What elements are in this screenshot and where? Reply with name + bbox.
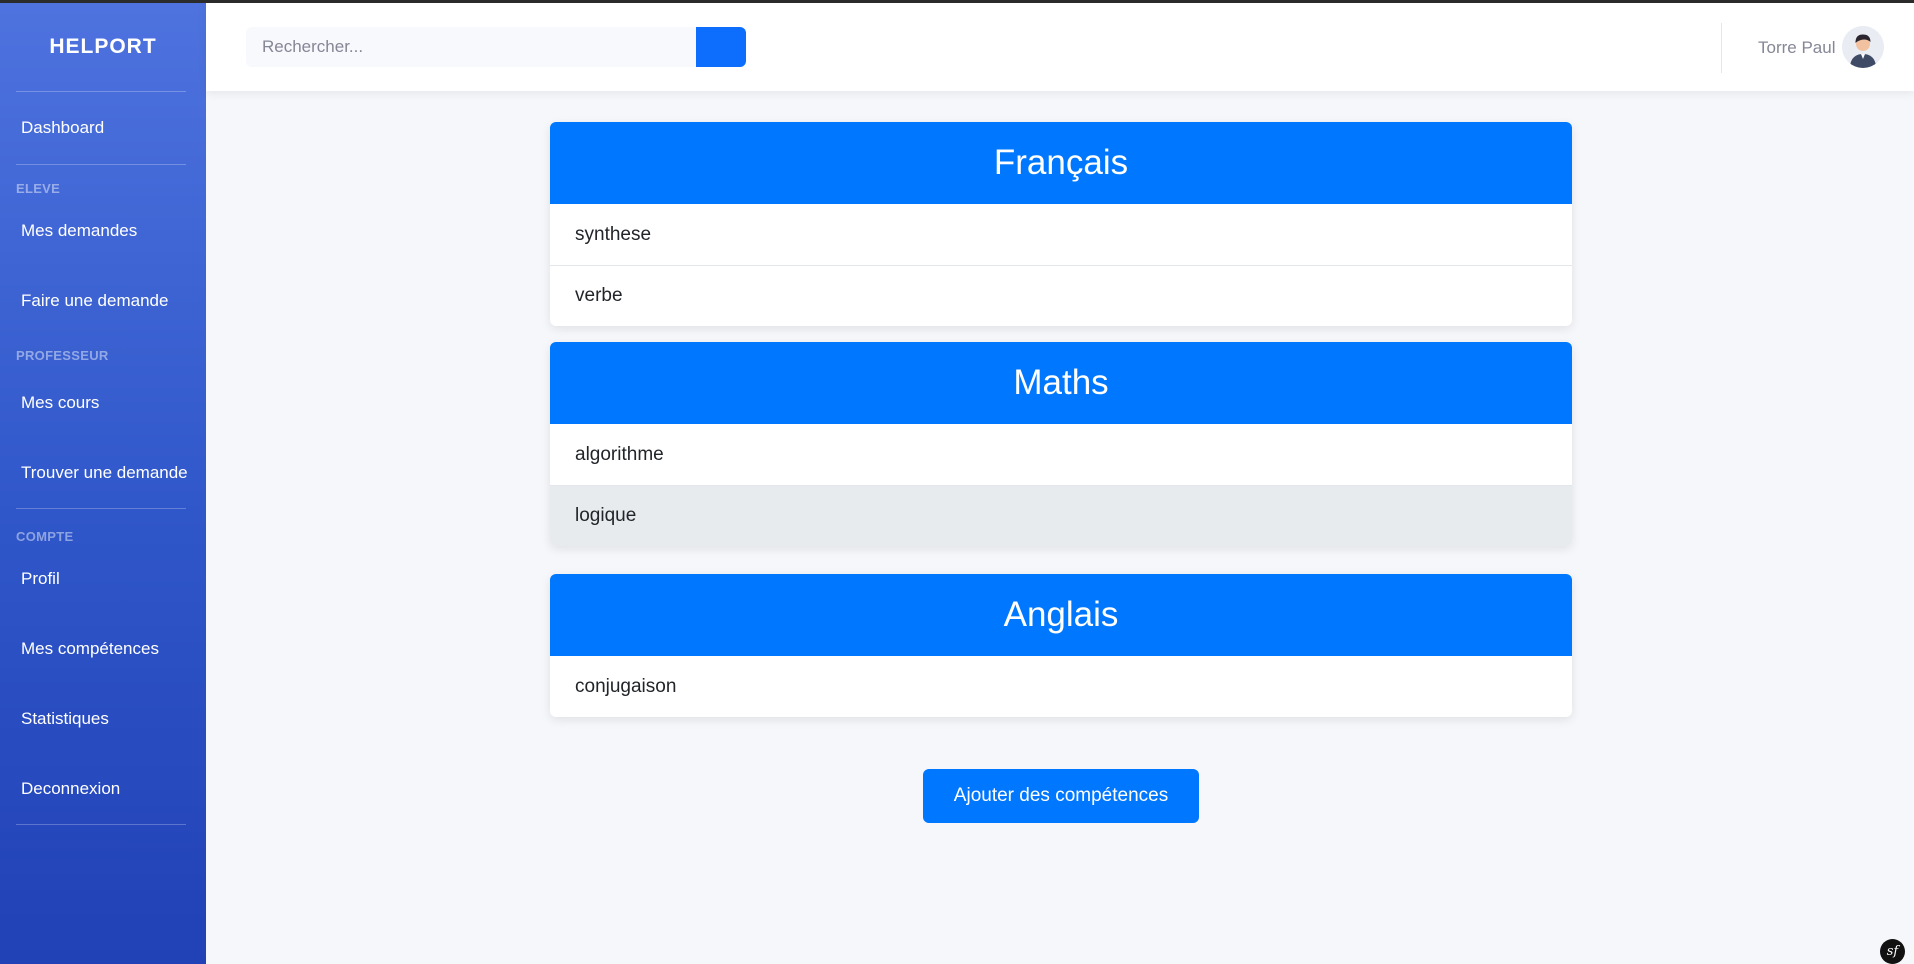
sidebar-item-deconnexion[interactable]: Deconnexion [0, 754, 206, 824]
sidebar-item-faire-une-demande[interactable]: Faire une demande [0, 266, 206, 336]
subject-title: Français [550, 122, 1572, 204]
skill-item[interactable]: algorithme [550, 424, 1572, 485]
brand-logo[interactable]: HELPORT [0, 3, 206, 91]
user-name[interactable]: Torre Paul [1758, 38, 1835, 58]
search-bar [246, 27, 746, 67]
sidebar-item-mes-competences[interactable]: Mes compétences [0, 614, 206, 684]
sidebar-heading-professeur: PROFESSEUR [16, 348, 109, 363]
sidebar-item-mes-demandes[interactable]: Mes demandes [0, 196, 206, 266]
skill-item[interactable]: logique [550, 485, 1572, 546]
sidebar-item-trouver-une-demande[interactable]: Trouver une demande [0, 438, 206, 508]
skill-item[interactable]: verbe [550, 265, 1572, 326]
skill-item[interactable]: conjugaison [550, 656, 1572, 717]
subject-title: Maths [550, 342, 1572, 424]
sidebar-heading-eleve: ELEVE [16, 181, 61, 196]
search-input[interactable] [246, 27, 696, 67]
subject-card-francais: Français synthese verbe [550, 122, 1572, 326]
sidebar: HELPORT Dashboard ELEVE Mes demandes Fai… [0, 3, 206, 964]
subject-card-maths: Maths algorithme logique [550, 342, 1572, 546]
sidebar-item-profil[interactable]: Profil [0, 544, 206, 614]
sidebar-heading-compte: COMPTE [16, 529, 74, 544]
subject-card-anglais: Anglais conjugaison [550, 574, 1572, 717]
sidebar-divider [16, 824, 186, 825]
search-button[interactable] [696, 27, 746, 67]
add-skills-button[interactable]: Ajouter des compétences [923, 769, 1199, 823]
topbar-divider [1721, 23, 1722, 73]
skill-item[interactable]: synthese [550, 204, 1572, 265]
sidebar-item-dashboard[interactable]: Dashboard [0, 92, 206, 164]
sidebar-item-statistiques[interactable]: Statistiques [0, 684, 206, 754]
subject-title: Anglais [550, 574, 1572, 656]
topbar: Torre Paul [206, 3, 1914, 91]
user-avatar-icon[interactable] [1842, 26, 1884, 68]
symfony-toolbar-icon[interactable]: sf [1880, 939, 1905, 964]
window-top-border [0, 0, 1914, 3]
sidebar-item-mes-cours[interactable]: Mes cours [0, 368, 206, 438]
